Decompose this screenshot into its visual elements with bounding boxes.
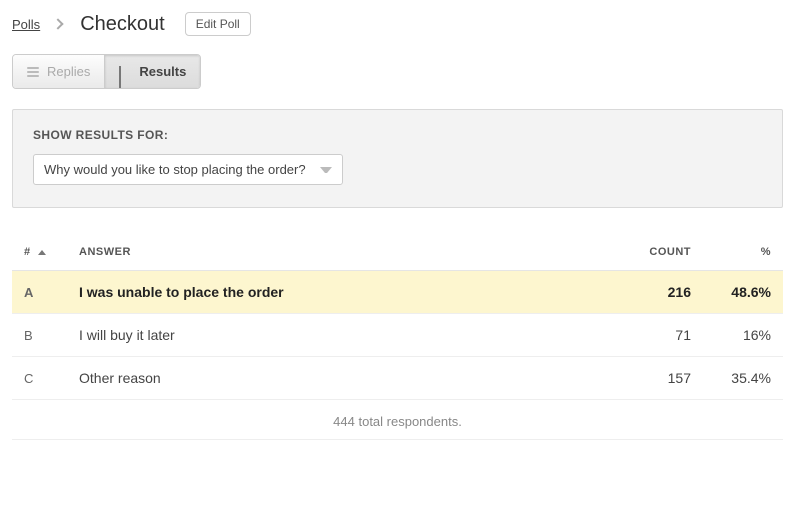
col-index[interactable]: # [12, 238, 67, 271]
row-answer: Other reason [67, 357, 561, 400]
tab-replies-label: Replies [47, 64, 90, 79]
edit-poll-button[interactable]: Edit Poll [185, 12, 251, 36]
respondents-total: 444 total respondents. [12, 400, 783, 440]
question-dropdown[interactable]: Why would you like to stop placing the o… [33, 154, 343, 185]
chevron-right-icon [53, 18, 64, 29]
row-index: C [12, 357, 67, 400]
results-table: # ANSWER COUNT % A I was unable to place… [12, 238, 783, 400]
row-answer: I will buy it later [67, 314, 561, 357]
breadcrumb-parent-link[interactable]: Polls [12, 17, 40, 32]
tab-replies[interactable]: Replies [13, 55, 104, 88]
table-row: B I will buy it later 71 16% [12, 314, 783, 357]
sort-asc-icon [38, 250, 46, 255]
question-dropdown-value: Why would you like to stop placing the o… [44, 162, 306, 177]
col-count[interactable]: COUNT [561, 238, 703, 271]
row-count: 71 [561, 314, 703, 357]
row-percent: 48.6% [703, 271, 783, 314]
page-title: Checkout [80, 13, 165, 36]
results-icon [119, 66, 131, 78]
row-percent: 35.4% [703, 357, 783, 400]
row-index: B [12, 314, 67, 357]
results-filter-panel: SHOW RESULTS FOR: Why would you like to … [12, 109, 783, 208]
tab-results[interactable]: Results [104, 55, 200, 88]
row-count: 216 [561, 271, 703, 314]
replies-icon [27, 67, 39, 77]
col-index-label: # [24, 246, 31, 258]
col-percent[interactable]: % [703, 238, 783, 271]
filter-label: SHOW RESULTS FOR: [33, 128, 762, 142]
tab-results-label: Results [139, 64, 186, 79]
row-count: 157 [561, 357, 703, 400]
table-row: A I was unable to place the order 216 48… [12, 271, 783, 314]
col-answer[interactable]: ANSWER [67, 238, 561, 271]
row-answer: I was unable to place the order [67, 271, 561, 314]
table-row: C Other reason 157 35.4% [12, 357, 783, 400]
breadcrumb: Polls Checkout Edit Poll [12, 12, 783, 36]
row-percent: 16% [703, 314, 783, 357]
chevron-down-icon [320, 167, 332, 173]
row-index: A [12, 271, 67, 314]
table-header-row: # ANSWER COUNT % [12, 238, 783, 271]
view-tabs: Replies Results [12, 54, 201, 89]
